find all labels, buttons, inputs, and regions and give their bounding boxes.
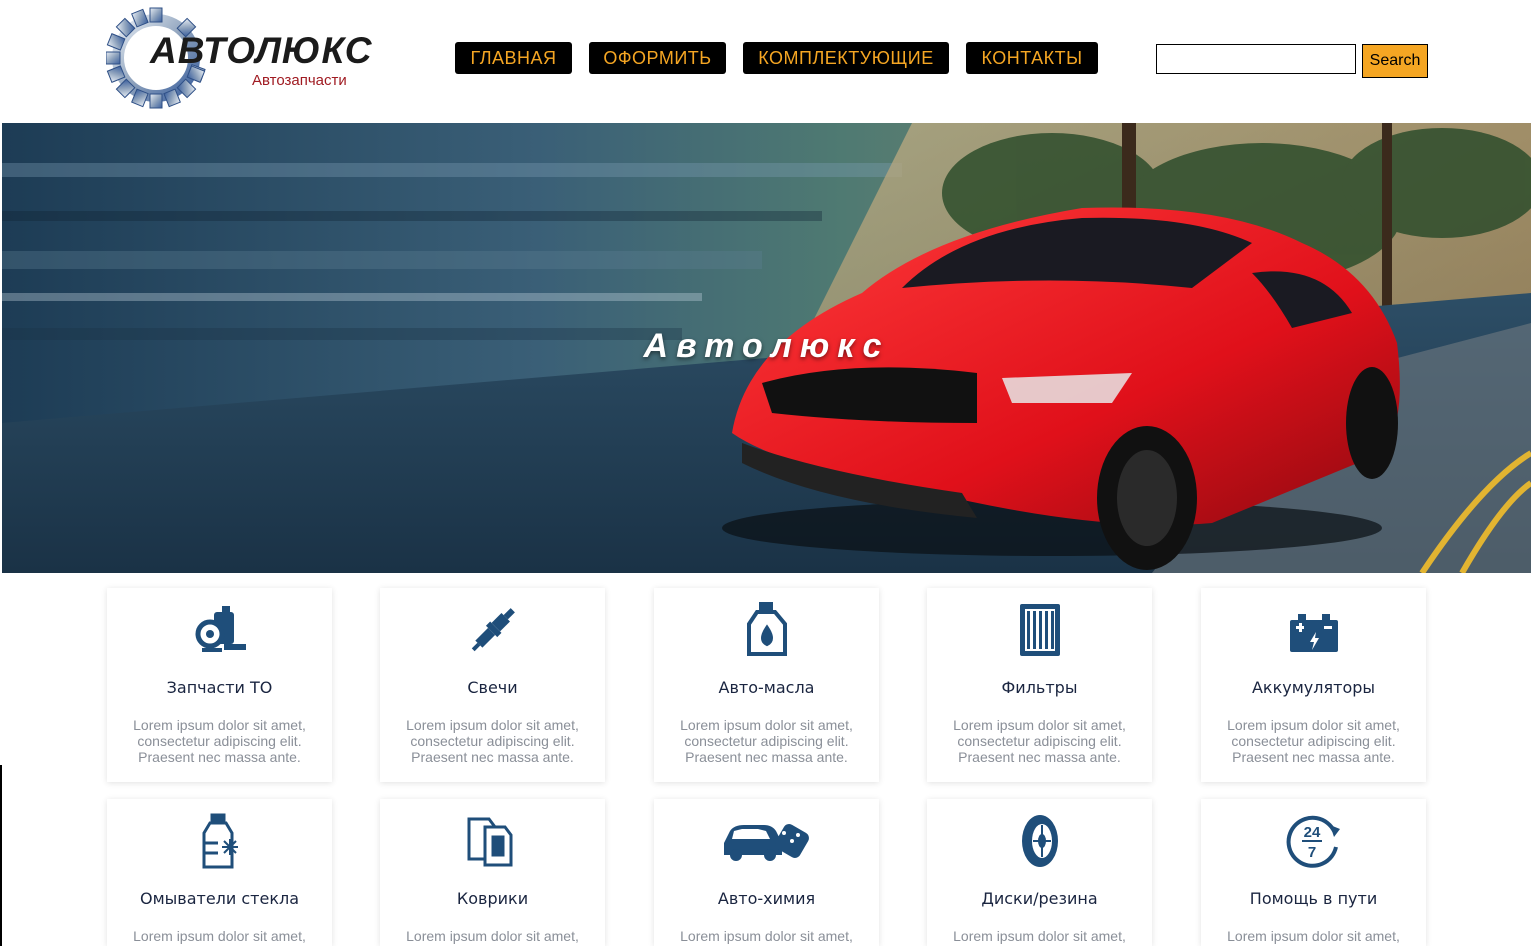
filter-icon [927,602,1152,658]
card-title: Диски/резина [981,889,1098,908]
nav-item-contacts[interactable]: КОНТАКТЫ [966,42,1098,74]
category-card-roadside-help[interactable]: 24 7 Помощь в пути Lorem ipsum dolor sit… [1201,799,1426,946]
category-card-oils[interactable]: Авто-масла Lorem ipsum dolor sit amet, c… [654,588,879,782]
card-text: Lorem ipsum dolor sit amet, consectetur … [1227,717,1400,765]
card-text: Lorem ipsum dolor sit amet, [406,928,579,944]
spark-plug-icon [380,602,605,658]
page-edge-line [0,765,2,946]
nav-item-order[interactable]: ОФОРМИТЬ [589,42,726,74]
nav-item-parts[interactable]: КОМПЛЕКТУЮЩИЕ [743,42,949,74]
category-card-mats[interactable]: Коврики Lorem ipsum dolor sit amet, [380,799,605,946]
card-title: Аккумуляторы [1251,678,1376,697]
svg-text:24: 24 [1303,824,1320,841]
card-title: Фильтры [1001,678,1078,697]
category-card-chemistry[interactable]: Авто-химия Lorem ipsum dolor sit amet, [654,799,879,946]
logo-title: АВТОЛЮКС [150,30,373,71]
category-card-washer-fluid[interactable]: Омыватели стекла Lorem ipsum dolor sit a… [107,799,332,946]
card-text: Lorem ipsum dolor sit amet, consectetur … [953,717,1126,765]
card-title: Запчасти ТО [166,678,273,697]
card-title: Авто-масла [718,678,815,697]
card-text: Lorem ipsum dolor sit amet, consectetur … [406,717,579,765]
category-card-parts[interactable]: Запчасти ТО Lorem ipsum dolor sit amet, … [107,588,332,782]
hero-banner: Автолюкс [2,123,1531,573]
washer-fluid-icon [107,813,332,869]
card-text: Lorem ipsum dolor sit amet, [1227,928,1400,944]
card-text: Lorem ipsum dolor sit amet, [680,928,853,944]
card-title: Омыватели стекла [139,889,300,908]
card-title: Свечи [467,678,518,697]
battery-icon [1201,602,1426,658]
svg-text:7: 7 [1307,844,1315,861]
hero-title: Автолюкс [643,327,890,365]
nav-item-home[interactable]: ГЛАВНАЯ [455,42,572,74]
tire-icon [927,813,1152,869]
card-text: Lorem ipsum dolor sit amet, [953,928,1126,944]
card-title: Помощь в пути [1249,889,1378,908]
category-card-batteries[interactable]: Аккумуляторы Lorem ipsum dolor sit amet,… [1201,588,1426,782]
category-card-tires[interactable]: Диски/резина Lorem ipsum dolor sit amet, [927,799,1152,946]
site-header: АВТОЛЮКС Автозапчасти ГЛАВНАЯ ОФОРМИТЬ К… [0,0,1531,123]
site-logo[interactable]: АВТОЛЮКС Автозапчасти [106,6,371,110]
category-card-spark-plugs[interactable]: Свечи Lorem ipsum dolor sit amet, consec… [380,588,605,782]
card-title: Коврики [456,889,529,908]
search-button[interactable]: Search [1362,44,1428,78]
oil-canister-icon [654,602,879,658]
logo-subtitle: Автозапчасти [252,72,347,89]
24-7-icon: 24 7 [1201,813,1426,869]
card-title: Авто-химия [717,889,816,908]
card-text: Lorem ipsum dolor sit amet, [133,928,306,944]
category-card-filters[interactable]: Фильтры Lorem ipsum dolor sit amet, cons… [927,588,1152,782]
engine-parts-icon [107,602,332,658]
car-wash-icon [654,813,879,869]
car-mats-icon [380,813,605,869]
card-text: Lorem ipsum dolor sit amet, consectetur … [133,717,306,765]
card-text: Lorem ipsum dolor sit amet, consectetur … [680,717,853,765]
search-input[interactable] [1156,44,1356,74]
